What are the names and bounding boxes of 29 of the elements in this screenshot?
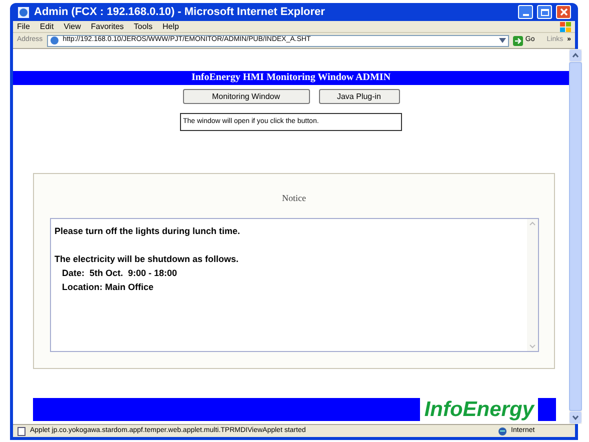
dropdown-icon (499, 38, 506, 43)
menu-item[interactable]: File (17, 20, 30, 32)
browser-icon (17, 6, 30, 18)
page-button[interactable]: Java Plug-in (318, 89, 400, 104)
menu-item[interactable]: View (64, 20, 81, 32)
window-title: Admin (FCX : 192.168.0.10) - Microsoft Internet Explorer (34, 4, 326, 20)
page-button[interactable]: Monitoring Window (182, 89, 310, 104)
notice-title: Notice (282, 192, 306, 205)
menu-item[interactable]: Edit (40, 20, 54, 32)
globe-icon (498, 426, 507, 436)
notice-textarea[interactable]: Please turn off the lights during lunch time. The electricity will be shutdown as follows. Date: 5th Oct. 9:00 - 18:00 Location: Main Office (50, 218, 538, 352)
go-arrow-icon (513, 36, 524, 46)
menu-item[interactable]: Help (162, 20, 179, 32)
close-icon (560, 8, 568, 16)
close-button[interactable] (556, 5, 571, 19)
notice-line: Please turn off the lights during lunch time. (54, 224, 242, 238)
menu-item[interactable]: Tools (134, 20, 152, 32)
scroll-up-icon (569, 49, 582, 62)
notice-line: The electricity will be shutdown as follows. (54, 252, 240, 266)
windows-logo-icon (560, 22, 571, 32)
minimize-button[interactable] (518, 5, 533, 19)
scroll-down-icon (569, 411, 582, 424)
textarea-scrollbar[interactable] (526, 218, 538, 350)
notice-line: Location: Main Office (61, 280, 155, 294)
notice-line: Date: 5th Oct. 9:00 - 18:00 (61, 266, 178, 280)
maximize-button[interactable] (537, 5, 552, 19)
page-header: InfoEnergy HMI Monitoring Window ADMIN (13, 71, 569, 85)
menu-item[interactable]: Favorites (90, 20, 124, 32)
footer-logo: InfoEnergy (424, 399, 534, 420)
